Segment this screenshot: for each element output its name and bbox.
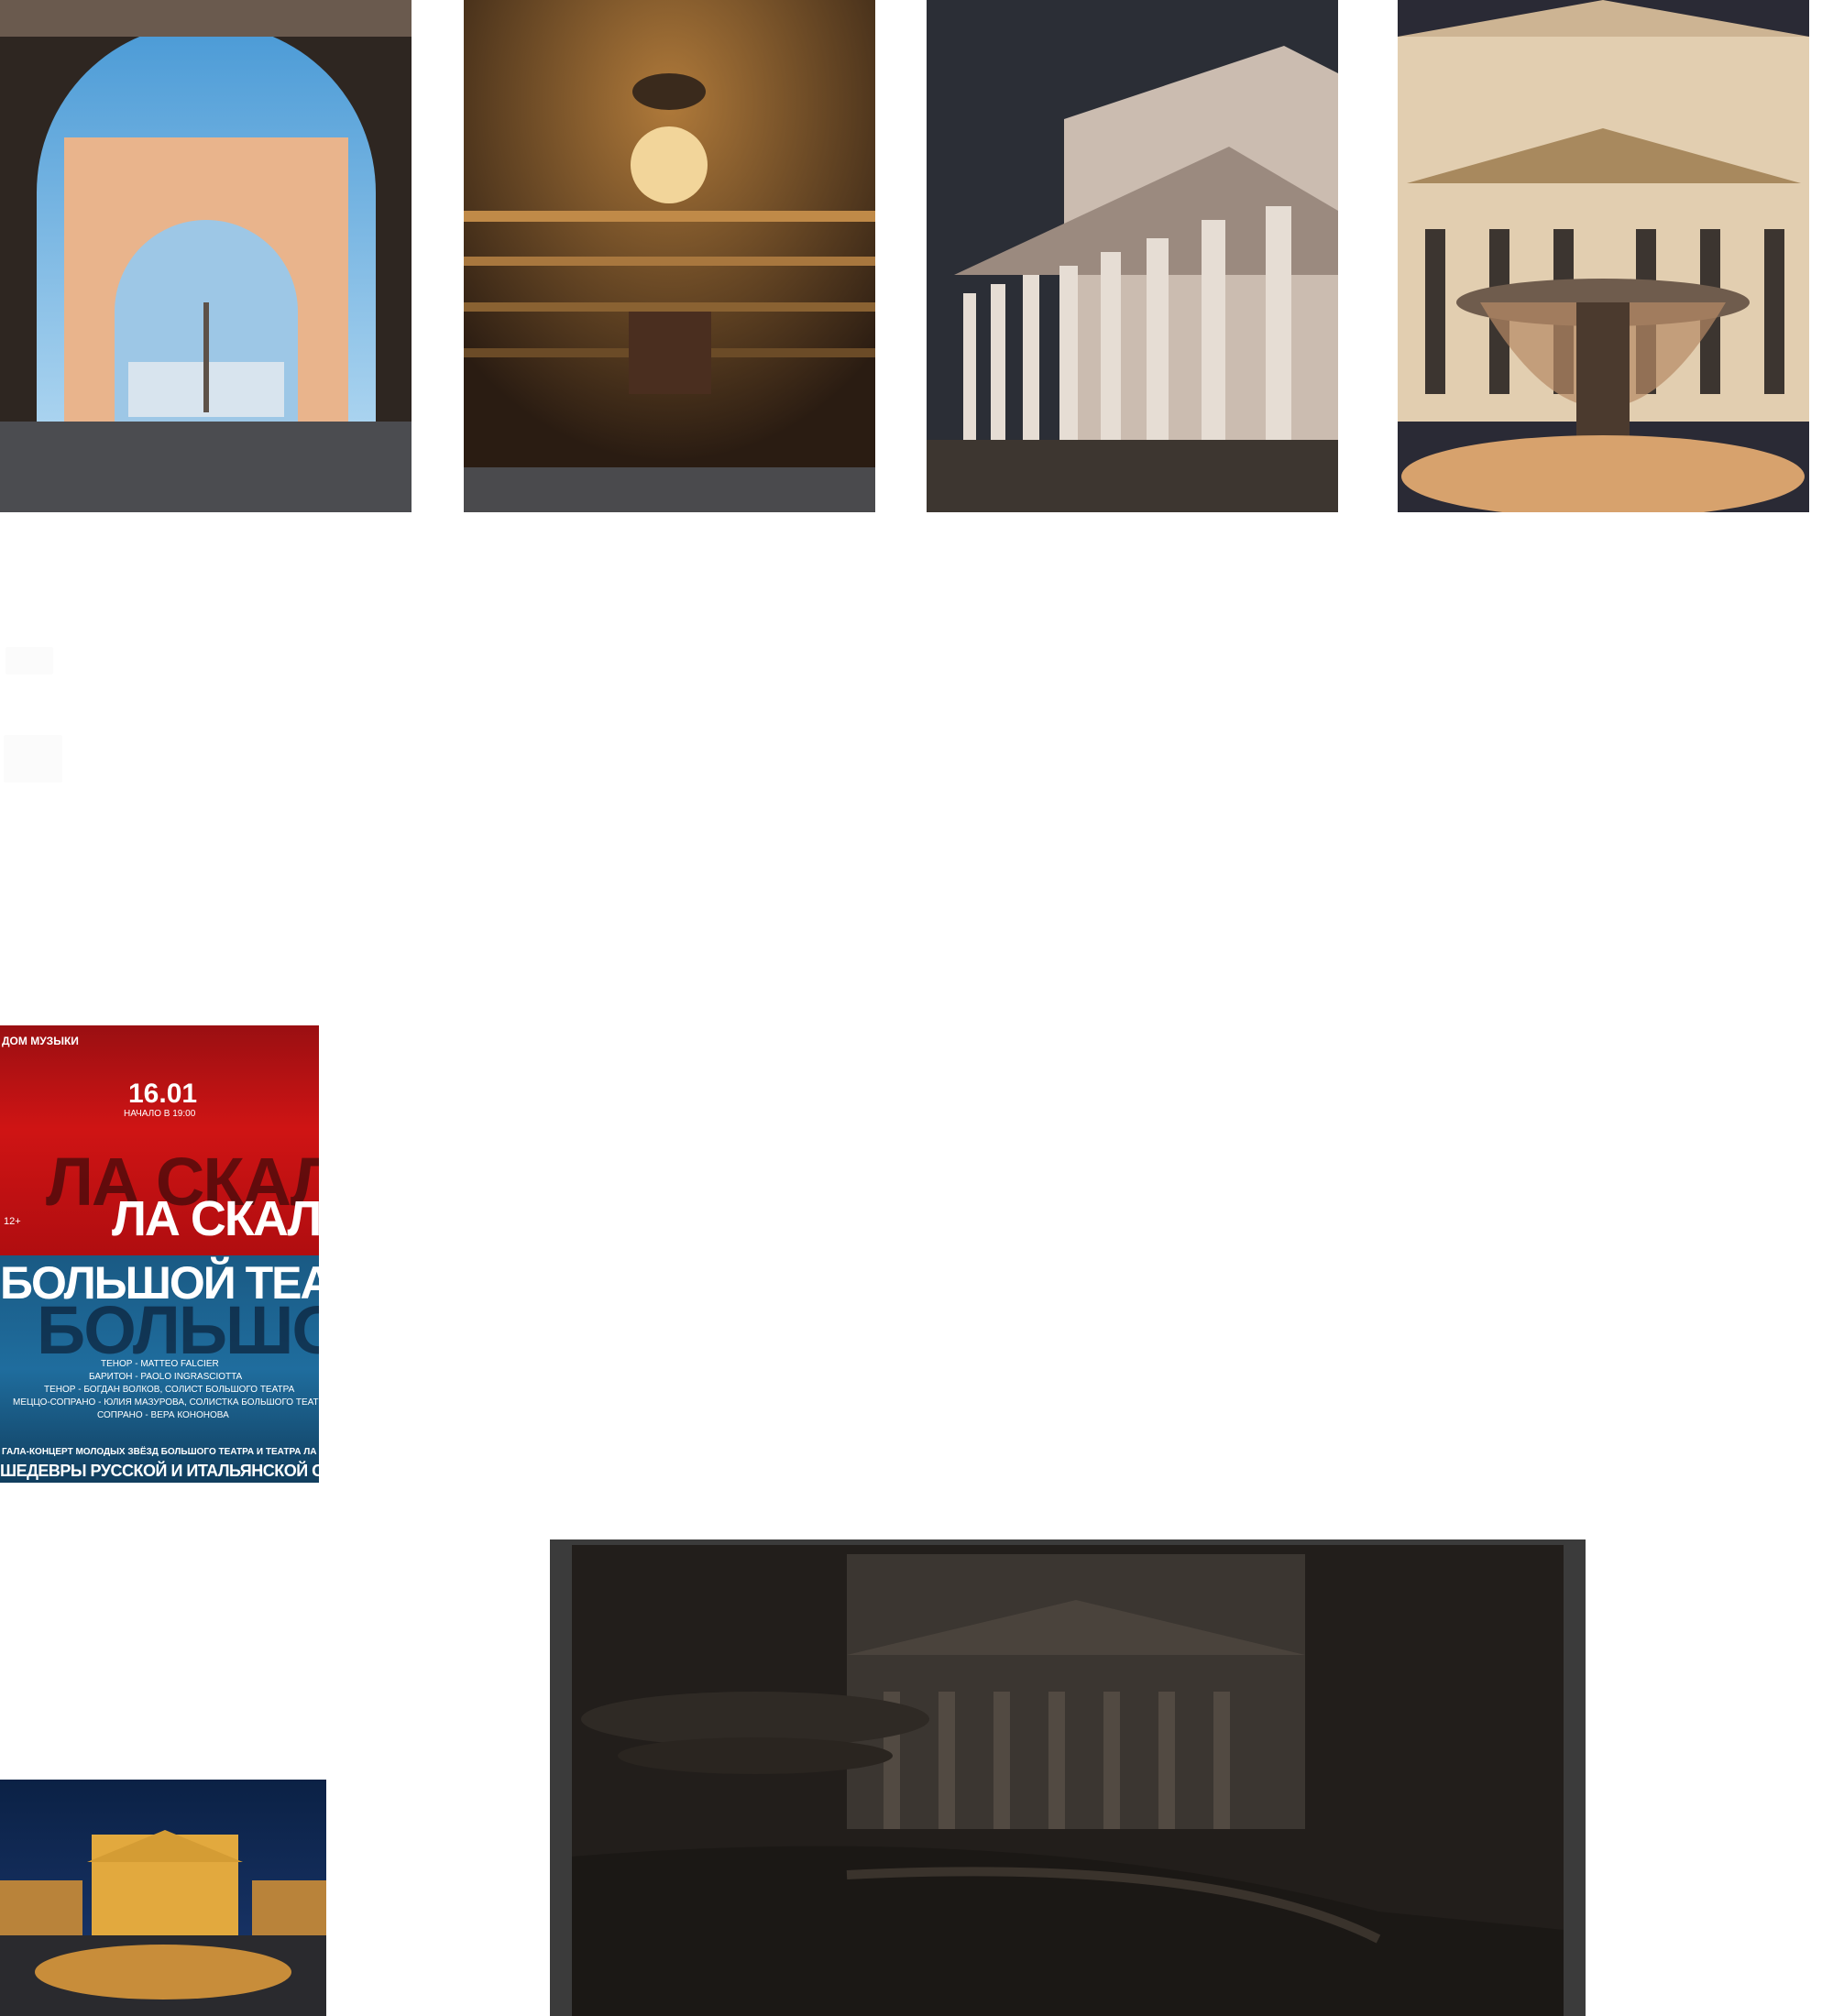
poster-start-time: НАЧАЛО В 19:00 [124,1109,196,1119]
fountain-photo[interactable] [1398,0,1809,512]
poster-cast-line: ТЕНОР - БОГДАН ВОЛКОВ, СОЛИСТ БОЛЬШОГО Т… [44,1385,295,1395]
poster-subtitle: ГАЛА-КОНЦЕРТ МОЛОДЫХ ЗВЁЗД БОЛЬШОГО ТЕАТ… [2,1447,319,1457]
image-preview-modal[interactable] [550,1539,1586,2016]
poster-headline: ШЕДЕВРЫ РУССКОЙ И ИТАЛЬЯНСКОЙ ОПЕРЫ [0,1462,319,1480]
placeholder-block [5,647,53,674]
preview-image[interactable] [572,1545,1564,2016]
poster-cast-line: СОПРАНО - ВЕРА КОНОНОВА [97,1410,229,1420]
auditorium-photo[interactable] [464,0,875,512]
poster-title-la-scala: ЛА СКАЛА [112,1191,319,1246]
placeholder-block [4,735,62,783]
poster-cast-line: ТЕНОР - MATTEO FALCIER [101,1359,219,1369]
facade-photo[interactable] [927,0,1338,512]
poster-age-rating: 12+ [4,1216,21,1227]
poster-date: 16.01 [128,1079,198,1109]
arch-photo[interactable] [0,0,412,512]
poster-brand: ДОМ МУЗЫКИ [2,1035,79,1047]
poster-shadow-bolshoi: БОЛЬШОЙ [37,1292,319,1368]
poster-cast-line: БАРИТОН - PAOLO INGRASCIOTTA [89,1372,243,1382]
poster-cast-line: МЕЦЦО-СОПРАНО - ЮЛИЯ МАЗУРОВА, СОЛИСТКА … [13,1397,319,1408]
night-theatre-thumbnail[interactable] [0,1780,326,2016]
event-poster[interactable]: ДОМ МУЗЫКИ 16.01 НАЧАЛО В 19:00 ЛА СКАЛА… [0,1025,319,1483]
